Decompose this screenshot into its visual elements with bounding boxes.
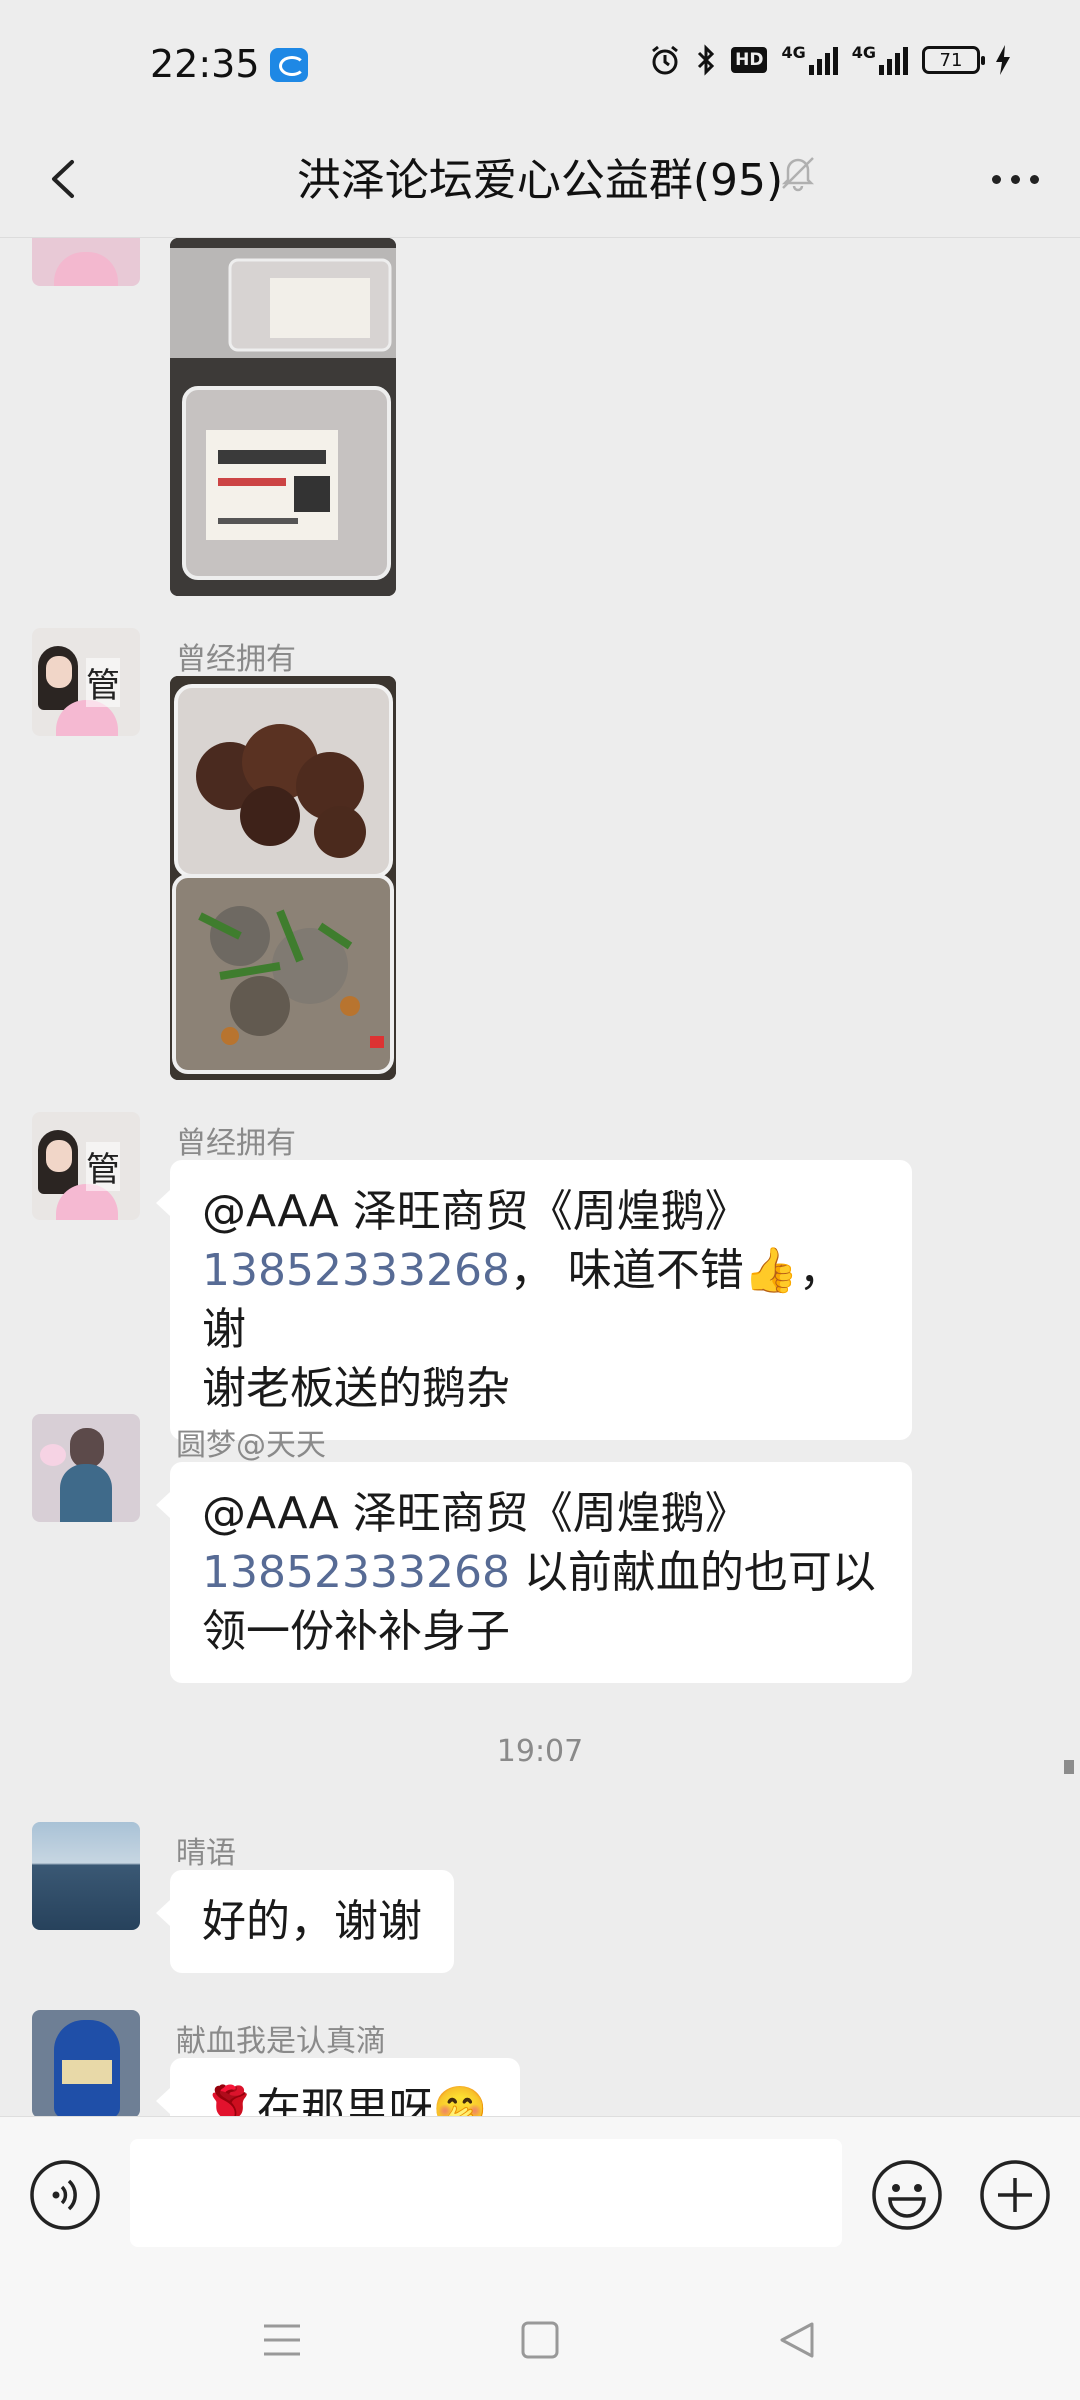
message-line: 13852333268， 味道不错👍，谢: [202, 1245, 843, 1355]
plus-icon: [980, 2160, 1050, 2230]
sender-name: 圆梦@天天: [176, 1428, 326, 1463]
message-line: 领一份补补身子: [202, 1606, 510, 1657]
chat-title: 洪泽论坛爱心公益群(95): [296, 155, 784, 206]
sender-name: 曾经拥有: [176, 1126, 296, 1161]
sender-name: 曾经拥有: [176, 642, 296, 677]
battery-icon: 71: [922, 46, 985, 74]
hd-icon: HD: [731, 47, 768, 73]
admin-badge: 管: [86, 658, 120, 707]
voice-icon: [30, 2160, 100, 2230]
signal-icon: 4G: [852, 45, 908, 75]
food-photo: [170, 676, 396, 1080]
plus-button[interactable]: [978, 2158, 1052, 2232]
message-input[interactable]: [130, 2139, 842, 2247]
alarm-icon: [652, 45, 679, 75]
message-line: @AAA 泽旺商贸《周煌鹅》: [202, 1488, 749, 1539]
message-line: 13852333268 以前献血的也可以: [202, 1547, 876, 1598]
nav-back-button[interactable]: [768, 2310, 828, 2370]
home-button[interactable]: [510, 2310, 570, 2370]
input-bar: [0, 2116, 1080, 2280]
title-bar: 洪泽论坛爱心公益群(95): [0, 120, 1080, 238]
voice-button[interactable]: [28, 2158, 102, 2232]
avatar[interactable]: 管: [32, 628, 140, 736]
scrollbar[interactable]: [1064, 1760, 1074, 1774]
avatar[interactable]: [32, 238, 140, 286]
avatar[interactable]: [32, 2010, 140, 2116]
admin-badge: 管: [86, 1142, 120, 1191]
chat-image[interactable]: [170, 676, 396, 1080]
signal-icon: 4G: [781, 45, 838, 75]
message-bubble[interactable]: 好的，谢谢: [156, 1870, 454, 1973]
avatar[interactable]: 管: [32, 1112, 140, 1220]
status-icons: HD 4G 4G 71: [649, 44, 1012, 76]
app-notification-icon: [270, 48, 308, 82]
chat-image[interactable]: [170, 238, 396, 596]
emoji-button[interactable]: [870, 2158, 944, 2232]
sender-name: 晴语: [176, 1836, 236, 1871]
charging-icon: [996, 45, 1010, 75]
sender-name: 献血我是认真滴: [176, 2024, 386, 2059]
more-dots-icon: [991, 174, 1001, 184]
more-button[interactable]: [980, 154, 1050, 204]
food-box-photo: [170, 238, 396, 596]
message-line: @AAA 泽旺商贸《周煌鹅》: [202, 1186, 749, 1237]
emoji-icon: [872, 2160, 942, 2230]
back-icon: [780, 2322, 814, 2358]
timestamp: 19:07: [496, 1734, 584, 1769]
phone-link[interactable]: 13852333268: [202, 1547, 510, 1598]
system-nav-bar: [0, 2280, 1080, 2400]
bluetooth-icon: [698, 44, 715, 76]
status-time: 22:35: [150, 42, 260, 86]
phone-link[interactable]: 13852333268: [202, 1245, 510, 1296]
home-icon: [521, 2321, 559, 2359]
avatar[interactable]: [32, 1822, 140, 1930]
message-bubble[interactable]: @AAA 泽旺商贸《周煌鹅》 13852333268 以前献血的也可以 领一份补…: [156, 1462, 912, 1683]
avatar[interactable]: [32, 1414, 140, 1522]
mute-bell-icon: [781, 157, 815, 192]
message-bubble[interactable]: 🌹在那里呀🤭: [156, 2058, 520, 2116]
message-bubble[interactable]: @AAA 泽旺商贸《周煌鹅》 13852333268， 味道不错👍，谢 谢老板送…: [156, 1160, 912, 1440]
menu-icon: [264, 2324, 300, 2356]
menu-button[interactable]: [252, 2310, 312, 2370]
message-list[interactable]: 管 曾经拥有 管 曾经拥有 @AAA 泽旺商贸《周煌鹅》 13852333268…: [0, 238, 1080, 2116]
message-line: 谢老板送的鹅杂: [202, 1363, 510, 1414]
status-bar: 22:35 HD 4G 4G 71: [0, 0, 1080, 120]
